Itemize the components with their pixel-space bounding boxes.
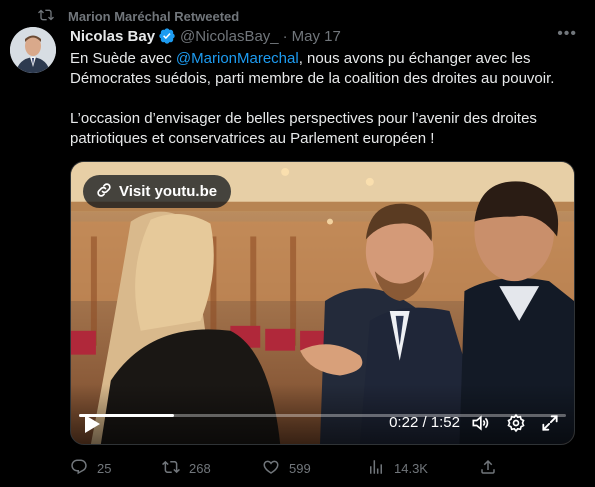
reply-icon [70, 458, 88, 479]
share-icon [479, 458, 497, 479]
mention-link[interactable]: @MarionMarechal [176, 50, 299, 67]
like-count: 599 [289, 461, 311, 476]
views-icon [367, 458, 385, 479]
author-name[interactable]: Nicolas Bay [70, 28, 155, 45]
avatar[interactable] [10, 27, 56, 73]
visit-link-label: Visit youtu.be [119, 183, 218, 200]
fullscreen-icon[interactable] [540, 413, 560, 433]
volume-icon[interactable] [470, 413, 490, 433]
reply-count: 25 [97, 461, 112, 476]
retweet-button[interactable]: 268 [162, 458, 262, 479]
more-icon[interactable]: ••• [557, 25, 577, 43]
tweet-date[interactable]: May 17 [292, 28, 341, 45]
settings-icon[interactable] [506, 413, 526, 433]
video-controls: 0:22 / 1:52 [71, 384, 574, 444]
link-icon [95, 181, 113, 203]
play-icon[interactable] [83, 414, 101, 434]
views-button[interactable]: 14.3K [367, 458, 479, 479]
retweet-count: 268 [189, 461, 211, 476]
tweet-header: Nicolas Bay @NicolasBay_ · May 17 ••• [70, 25, 577, 45]
retweet-icon [162, 458, 180, 479]
progress-bar[interactable] [79, 414, 566, 417]
tweet-text: En Suède avec @MarionMarechal, nous avon… [70, 49, 580, 169]
views-count: 14.3K [394, 461, 428, 476]
verified-badge-icon[interactable] [158, 27, 176, 45]
retweet-label: Marion Maréchal Retweeted [68, 9, 240, 24]
reply-button[interactable]: 25 [70, 458, 162, 479]
author-handle[interactable]: @NicolasBay_ [180, 28, 279, 45]
tweet-actions: 25 268 599 14.3K [70, 458, 500, 479]
video-player[interactable]: Visit youtu.be 0:22 / 1:52 [70, 161, 575, 445]
like-button[interactable]: 599 [262, 458, 367, 479]
retweet-icon [38, 7, 54, 26]
video-time: 0:22 / 1:52 [389, 414, 460, 431]
share-button[interactable] [479, 458, 497, 479]
tweet-paragraph-2: L’occasion d’envisager de belles perspec… [70, 110, 537, 147]
like-icon [262, 458, 280, 479]
retweet-context[interactable]: Marion Maréchal Retweeted [38, 7, 239, 26]
text-before-mention: En Suède avec [70, 50, 176, 67]
visit-link-button[interactable]: Visit youtu.be [83, 175, 232, 208]
tweet-paragraph-1: En Suède avec @MarionMarechal, nous avon… [70, 49, 580, 89]
separator-dot: · [282, 27, 288, 45]
